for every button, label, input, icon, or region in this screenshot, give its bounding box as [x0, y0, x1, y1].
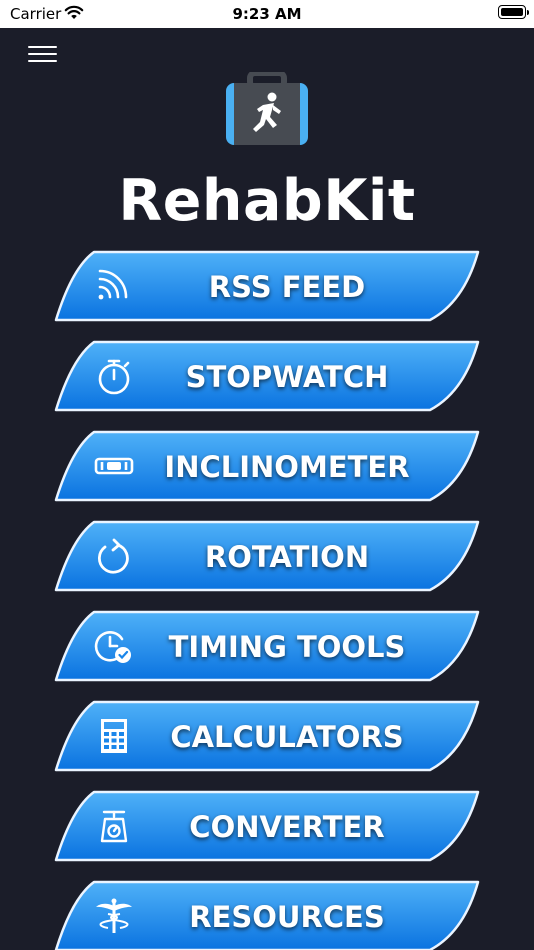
battery-icon: [498, 5, 529, 19]
app-screen: Carrier 9:23 AM RehabKit RSS FEED STOPWAT: [0, 0, 534, 950]
hamburger-menu-icon[interactable]: [28, 44, 58, 66]
menu-button-calculators[interactable]: CALCULATORS: [54, 700, 480, 772]
menu-button-rotation[interactable]: ROTATION: [54, 520, 480, 592]
menu-button-timing-tools[interactable]: TIMING TOOLS: [54, 610, 480, 682]
status-time: 9:23 AM: [232, 5, 302, 23]
menu-button-label: CALCULATORS: [170, 720, 404, 754]
rehab-kit-bag-icon: [224, 70, 310, 148]
menu-button-label: RESOURCES: [189, 900, 385, 934]
menu-button-resources[interactable]: RESOURCES: [54, 880, 480, 950]
menu-button-label: TIMING TOOLS: [168, 630, 406, 664]
status-bar: Carrier 9:23 AM: [0, 0, 534, 28]
menu-button-inclinometer[interactable]: INCLINOMETER: [54, 430, 480, 502]
menu-button-label: CONVERTER: [189, 810, 385, 844]
menu-button-label: RSS FEED: [208, 270, 366, 304]
menu-button-label: INCLINOMETER: [164, 450, 410, 484]
menu-button-converter[interactable]: CONVERTER: [54, 790, 480, 862]
menu-button-label: STOPWATCH: [185, 360, 389, 394]
menu-button-label: ROTATION: [204, 540, 370, 574]
menu-button-stopwatch[interactable]: STOPWATCH: [54, 340, 480, 412]
app-title: RehabKit: [118, 168, 416, 234]
menu-button-rss-feed[interactable]: RSS FEED: [54, 250, 480, 322]
